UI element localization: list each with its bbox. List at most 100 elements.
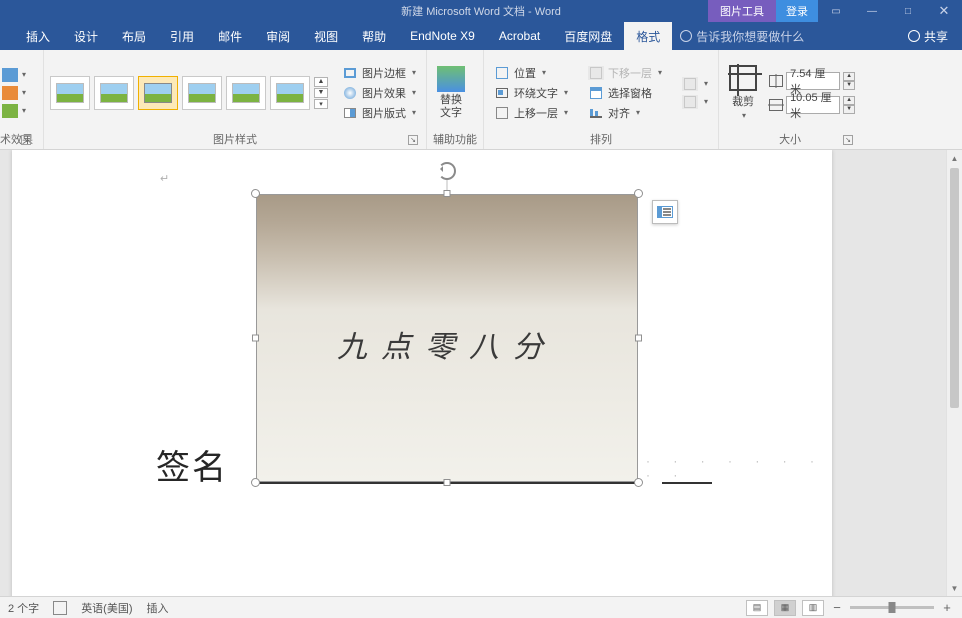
cmd-send-backward: 下移一层▾ — [584, 64, 666, 82]
resize-handle-bm[interactable] — [444, 479, 451, 486]
status-mode[interactable]: 插入 — [147, 600, 169, 616]
signature-label[interactable]: 签名 — [156, 440, 228, 489]
cmd-picture-layout[interactable]: 图片版式▾ — [338, 104, 420, 122]
rotate-icon — [682, 95, 698, 109]
position-icon — [494, 66, 510, 80]
cmd-crop[interactable]: 裁剪 ▾ — [725, 63, 761, 122]
tab-acrobat[interactable]: Acrobat — [487, 22, 552, 50]
height-input[interactable]: 7.54 厘米 — [786, 72, 840, 90]
tell-me-search[interactable]: 告诉我你想要做什么 — [680, 28, 804, 45]
change-icon — [2, 86, 18, 100]
contextual-tab-picture-tools[interactable]: 图片工具 — [708, 0, 776, 22]
zoom-slider[interactable] — [850, 606, 934, 609]
tab-design[interactable]: 设计 — [62, 22, 110, 50]
status-proof-icon[interactable] — [53, 601, 67, 615]
cmd-alt-text[interactable]: 替换 文字 — [433, 64, 469, 120]
dialog-launcher-icon[interactable]: ↘ — [408, 135, 418, 145]
wrap-icon — [494, 86, 510, 100]
style-thumb-1[interactable] — [50, 76, 90, 110]
cmd-reset[interactable]: ▾ — [0, 103, 28, 119]
scroll-thumb[interactable] — [950, 168, 959, 408]
gallery-more[interactable]: ▲▼▾ — [314, 77, 328, 109]
group-label-size: 大小 — [779, 131, 801, 147]
cmd-change[interactable]: ▾ — [0, 85, 28, 101]
resize-handle-tm[interactable] — [444, 190, 451, 197]
cmd-position[interactable]: 位置▾ — [490, 64, 572, 82]
group-picture-styles: ▲▼▾ 图片边框▾ 图片效果▾ 图片版式▾ 图片样式 ↘ — [44, 50, 427, 149]
align-icon — [588, 106, 604, 120]
tab-insert[interactable]: 插入 — [14, 22, 62, 50]
cmd-bring-forward[interactable]: 上移一层▾ — [490, 104, 572, 122]
width-input[interactable]: 10.05 厘米 — [786, 96, 840, 114]
group-size: 裁剪 ▾ 7.54 厘米 ▲▼ 10.05 厘米 ▲▼ 大小 ↘ — [719, 50, 861, 149]
doc-title: 新建 Microsoft Word 文档 - Word — [401, 3, 561, 19]
selected-picture[interactable]: 九点零八分 — [256, 194, 638, 482]
tab-references[interactable]: 引用 — [158, 22, 206, 50]
cmd-rotate[interactable]: ▾ — [678, 94, 712, 110]
status-word-count[interactable]: 2 个字 — [8, 600, 39, 616]
dialog-launcher-icon[interactable]: ↘ — [21, 135, 31, 145]
resize-handle-br[interactable] — [634, 478, 643, 487]
style-thumb-6[interactable] — [270, 76, 310, 110]
style-thumb-2[interactable] — [94, 76, 134, 110]
cmd-picture-border[interactable]: 图片边框▾ — [338, 64, 420, 82]
picture-content[interactable]: 九点零八分 — [256, 194, 638, 482]
close-icon[interactable]: ✕ — [926, 0, 962, 22]
scroll-up-icon[interactable]: ▲ — [947, 150, 962, 166]
resize-handle-tr[interactable] — [634, 189, 643, 198]
vertical-scrollbar[interactable]: ▲ ▼ — [946, 150, 962, 596]
resize-handle-tl[interactable] — [251, 189, 260, 198]
cmd-selection-pane[interactable]: 选择窗格 — [584, 84, 666, 102]
scroll-down-icon[interactable]: ▼ — [947, 580, 962, 596]
tab-endnote[interactable]: EndNote X9 — [398, 22, 487, 50]
cmd-align[interactable]: 对齐▾ — [584, 104, 666, 122]
status-language[interactable]: 英语(美国) — [81, 600, 132, 616]
layout-icon — [342, 106, 358, 120]
width-spinner[interactable]: ▲▼ — [843, 96, 855, 114]
size-height: 7.54 厘米 ▲▼ — [769, 72, 855, 90]
cmd-wrap-text[interactable]: 环绕文字▾ — [490, 84, 572, 102]
tab-baidu[interactable]: 百度网盘 — [552, 22, 624, 50]
page[interactable]: ↵ 签名 · · · · · · · · · 九点零八分 — [12, 150, 832, 596]
leader-dots: · · · · · · · · · — [646, 454, 832, 482]
tab-review[interactable]: 审阅 — [254, 22, 302, 50]
login-button[interactable]: 登录 — [776, 0, 818, 22]
tab-format[interactable]: 格式 — [624, 22, 672, 50]
layout-options-button[interactable] — [652, 200, 678, 224]
style-thumb-5[interactable] — [226, 76, 266, 110]
minimize-icon[interactable]: ― — [854, 0, 890, 22]
group-label-arrange: 排列 — [490, 131, 712, 147]
view-web-layout[interactable]: ▥ — [802, 600, 824, 616]
bulb-icon — [680, 30, 692, 42]
zoom-out-button[interactable]: − — [830, 600, 844, 615]
layout-options-icon — [657, 206, 673, 218]
resize-handle-bl[interactable] — [251, 478, 260, 487]
style-thumb-3[interactable] — [138, 76, 178, 110]
view-print-layout[interactable]: ▦ — [774, 600, 796, 616]
resize-handle-mr[interactable] — [635, 335, 642, 342]
paragraph-mark: ↵ — [160, 172, 169, 185]
group-label-styles: 图片样式 — [213, 131, 257, 147]
maximize-icon[interactable]: □ — [890, 0, 926, 22]
style-thumb-4[interactable] — [182, 76, 222, 110]
height-icon — [769, 75, 783, 87]
picture-handwriting: 九点零八分 — [337, 322, 557, 366]
tab-layout[interactable]: 布局 — [110, 22, 158, 50]
cmd-compress[interactable]: ▾ — [0, 67, 28, 83]
cmd-picture-effects[interactable]: 图片效果▾ — [338, 84, 420, 102]
dialog-launcher-icon[interactable]: ↘ — [843, 135, 853, 145]
rotate-handle[interactable] — [438, 162, 456, 180]
picture-style-gallery[interactable]: ▲▼▾ — [50, 76, 328, 110]
cmd-group: ▾ — [678, 76, 712, 92]
share-button[interactable]: 共享 — [908, 28, 948, 45]
ribbon-display-options-icon[interactable]: ▭ — [818, 0, 854, 22]
height-spinner[interactable]: ▲▼ — [843, 72, 855, 90]
tab-view[interactable]: 视图 — [302, 22, 350, 50]
document-area[interactable]: ↵ 签名 · · · · · · · · · 九点零八分 ▲ ▼ — [0, 150, 962, 596]
view-read-mode[interactable]: ▤ — [746, 600, 768, 616]
tab-help[interactable]: 帮助 — [350, 22, 398, 50]
zoom-in-button[interactable]: + — [940, 600, 954, 615]
selection-pane-icon — [588, 86, 604, 100]
tab-mailings[interactable]: 邮件 — [206, 22, 254, 50]
resize-handle-ml[interactable] — [252, 335, 259, 342]
